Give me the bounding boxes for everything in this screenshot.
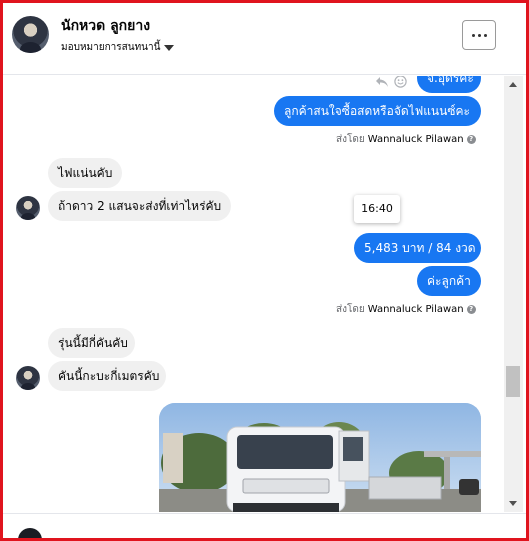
timestamp-tooltip: 16:40 <box>354 195 400 223</box>
more-icon <box>471 33 475 37</box>
help-icon[interactable]: ? <box>466 305 476 314</box>
message-bubble-incoming[interactable]: ไฟแน่นคับ <box>48 158 122 188</box>
help-icon[interactable]: ? <box>466 135 476 144</box>
contact-name[interactable]: นักหวด ลูกยาง <box>61 15 150 37</box>
sent-by-label: ส่งโดย Wannaluck Pilawan ? <box>336 132 476 147</box>
scroll-up-arrow[interactable] <box>509 82 517 87</box>
sent-by-label: ส่งโดย Wannaluck Pilawan ? <box>336 302 476 317</box>
assign-conversation-label: มอบหมายการสนทนานี้ <box>61 42 161 53</box>
message-bubble-outgoing[interactable]: จ.อุดรคะ <box>417 76 481 93</box>
caret-down-icon <box>164 44 175 51</box>
contact-avatar[interactable] <box>12 16 49 53</box>
message-composer <box>3 513 526 541</box>
composer-avatar <box>18 528 42 541</box>
message-bubble-incoming[interactable]: รุ่นนี้มีกี่คันคับ <box>48 328 135 358</box>
scroll-down-arrow[interactable] <box>509 501 517 506</box>
react-icon[interactable] <box>394 76 407 92</box>
more-options-button[interactable] <box>462 20 496 50</box>
sent-by-prefix: ส่งโดย <box>336 304 365 315</box>
sent-by-agent: Wannaluck Pilawan <box>367 134 464 145</box>
sent-by-prefix: ส่งโดย <box>336 134 365 145</box>
photo-attachment[interactable] <box>159 403 481 512</box>
reply-icon[interactable] <box>375 76 389 92</box>
conversation-header: นักหวด ลูกยาง มอบหมายการสนทนานี้ <box>3 3 526 75</box>
sender-avatar <box>16 366 40 390</box>
message-bubble-outgoing[interactable]: ค่ะลูกค้า <box>417 266 481 296</box>
sender-avatar <box>16 196 40 220</box>
truck-photo <box>159 403 481 512</box>
message-thread: จ.อุดรคะ ลูกค้าสนใจซื้อสดหรือจัดไฟแนนซ์ค… <box>3 76 503 512</box>
sent-by-agent: Wannaluck Pilawan <box>367 304 464 315</box>
chat-scrollbar[interactable] <box>504 76 523 512</box>
assign-conversation-menu[interactable]: มอบหมายการสนทนานี้ <box>61 40 175 55</box>
message-bubble-incoming[interactable]: คันนี้กะบะกี่เมตรคับ <box>48 361 166 391</box>
message-bubble-outgoing[interactable]: 5,483 บาท / 84 งวด <box>354 233 481 263</box>
message-bubble-incoming[interactable]: ถ้าดาว 2 แสนจะส่งที่เท่าไหร่คับ <box>48 191 231 221</box>
message-bubble-outgoing[interactable]: ลูกค้าสนใจซื้อสดหรือจัดไฟแนนซ์คะ <box>274 96 481 126</box>
scroll-thumb[interactable] <box>506 366 520 397</box>
